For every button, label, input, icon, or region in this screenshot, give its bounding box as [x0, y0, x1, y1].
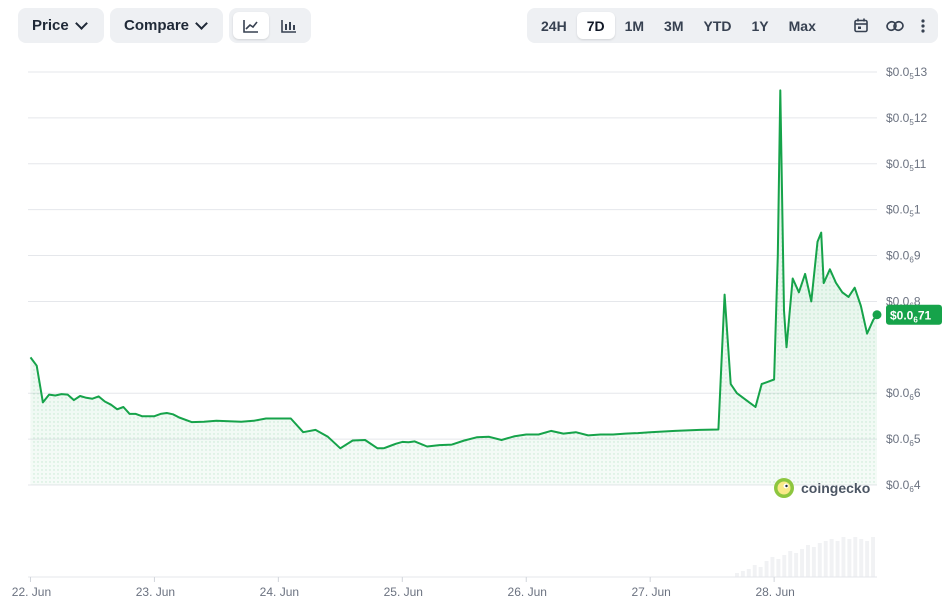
- candlestick-chart-button[interactable]: [271, 12, 307, 39]
- price-chart: $0.0513$0.0512$0.0511$0.051$0.069$0.068$…: [12, 65, 942, 599]
- range-button-24h[interactable]: 24H: [531, 12, 577, 39]
- line-chart-button[interactable]: [233, 12, 269, 39]
- volume-bar: [811, 547, 816, 577]
- volume-bar: [841, 537, 846, 577]
- volume-bar: [776, 559, 781, 577]
- link-icon: [886, 20, 904, 31]
- y-tick-label: $0.065: [886, 432, 921, 448]
- range-button-max[interactable]: Max: [779, 12, 826, 39]
- x-tick-label: 28. Jun: [755, 585, 794, 599]
- more-options-button[interactable]: [912, 12, 934, 39]
- volume-bar: [817, 543, 822, 577]
- volume-bar: [740, 571, 745, 577]
- volume-bar: [782, 555, 787, 577]
- y-tick-label: $0.0512: [886, 111, 927, 127]
- y-tick-label: $0.069: [886, 249, 921, 265]
- volume-bar: [758, 567, 763, 577]
- y-tick-label: $0.0511: [886, 157, 927, 173]
- price-dropdown-label: Price: [32, 17, 69, 34]
- share-link-button[interactable]: [878, 12, 912, 39]
- volume-bar: [847, 539, 852, 577]
- volume-bar: [859, 539, 864, 577]
- x-tick-label: 23. Jun: [136, 585, 175, 599]
- x-tick-label: 22. Jun: [12, 585, 51, 599]
- y-tick-label: $0.064: [886, 478, 921, 494]
- chart-toolbar: Price Compare 24H 7D 1M 3M YTD 1Y Max: [0, 0, 948, 52]
- volume-bar: [794, 553, 799, 577]
- range-button-1y[interactable]: 1Y: [742, 12, 779, 39]
- coingecko-watermark: coingecko: [774, 478, 870, 498]
- volume-bar: [764, 561, 769, 577]
- volume-bar: [788, 551, 793, 577]
- candlestick-chart-icon: [281, 19, 296, 33]
- volume-bar: [800, 549, 804, 577]
- chevron-down-icon: [195, 17, 208, 30]
- coingecko-logo: [774, 478, 794, 498]
- volume-bar: [871, 537, 875, 577]
- volume-bar: [853, 537, 858, 577]
- range-button-1m[interactable]: 1M: [615, 12, 654, 39]
- price-area: [29, 89, 878, 486]
- volume-bar: [806, 545, 810, 577]
- volume-bar: [770, 557, 775, 577]
- x-tick-label: 25. Jun: [384, 585, 423, 599]
- price-dropdown-button[interactable]: Price: [18, 17, 100, 34]
- time-range-selector: 24H 7D 1M 3M YTD 1Y Max: [527, 8, 938, 43]
- x-axis-labels: 22. Jun 23. Jun 24. Jun 25. Jun 26. Jun 27. J…: [12, 577, 795, 599]
- y-axis-labels: $0.0513$0.0512$0.0511$0.051$0.069$0.068$…: [886, 65, 927, 494]
- volume-bar: [735, 573, 739, 577]
- price-dropdown[interactable]: Price: [18, 8, 104, 43]
- more-vertical-icon: [921, 18, 925, 33]
- range-button-7d[interactable]: 7D: [576, 12, 615, 39]
- x-tick-label: 26. Jun: [508, 585, 547, 599]
- compare-dropdown[interactable]: Compare: [110, 8, 223, 43]
- price-line: [29, 89, 878, 450]
- x-tick-label: 27. Jun: [631, 585, 670, 599]
- y-tick-label: $0.051: [886, 203, 921, 219]
- current-price-marker: $0.0671: [872, 304, 942, 325]
- volume-bar: [835, 541, 840, 577]
- volume-bar: [752, 565, 757, 577]
- volume-bar: [823, 541, 828, 577]
- range-button-3m[interactable]: 3M: [654, 12, 693, 39]
- chart-type-toggle: [229, 8, 311, 43]
- volume-bar: [829, 539, 834, 577]
- y-tick-label: $0.0513: [886, 65, 927, 81]
- watermark-text: coingecko: [801, 480, 870, 496]
- volume-bar: [865, 541, 870, 577]
- y-tick-label: $0.066: [886, 386, 921, 402]
- chart-actions: [844, 12, 934, 39]
- volume-bars: [735, 537, 875, 577]
- calendar-button[interactable]: [844, 12, 878, 39]
- range-button-group: 24H 7D 1M 3M YTD 1Y Max: [531, 12, 826, 39]
- current-price-dot: [872, 310, 882, 320]
- price-area-texture: [30, 90, 877, 486]
- x-tick-label: 24. Jun: [260, 585, 299, 599]
- line-chart-icon: [243, 19, 258, 33]
- volume-bar: [746, 569, 751, 577]
- current-price-label: $0.0671: [890, 308, 931, 324]
- calendar-icon: [854, 18, 868, 33]
- compare-dropdown-button[interactable]: Compare: [110, 17, 220, 34]
- range-button-ytd[interactable]: YTD: [694, 12, 742, 39]
- grid-lines: [28, 71, 877, 578]
- chevron-down-icon: [74, 17, 88, 30]
- compare-dropdown-label: Compare: [124, 17, 190, 34]
